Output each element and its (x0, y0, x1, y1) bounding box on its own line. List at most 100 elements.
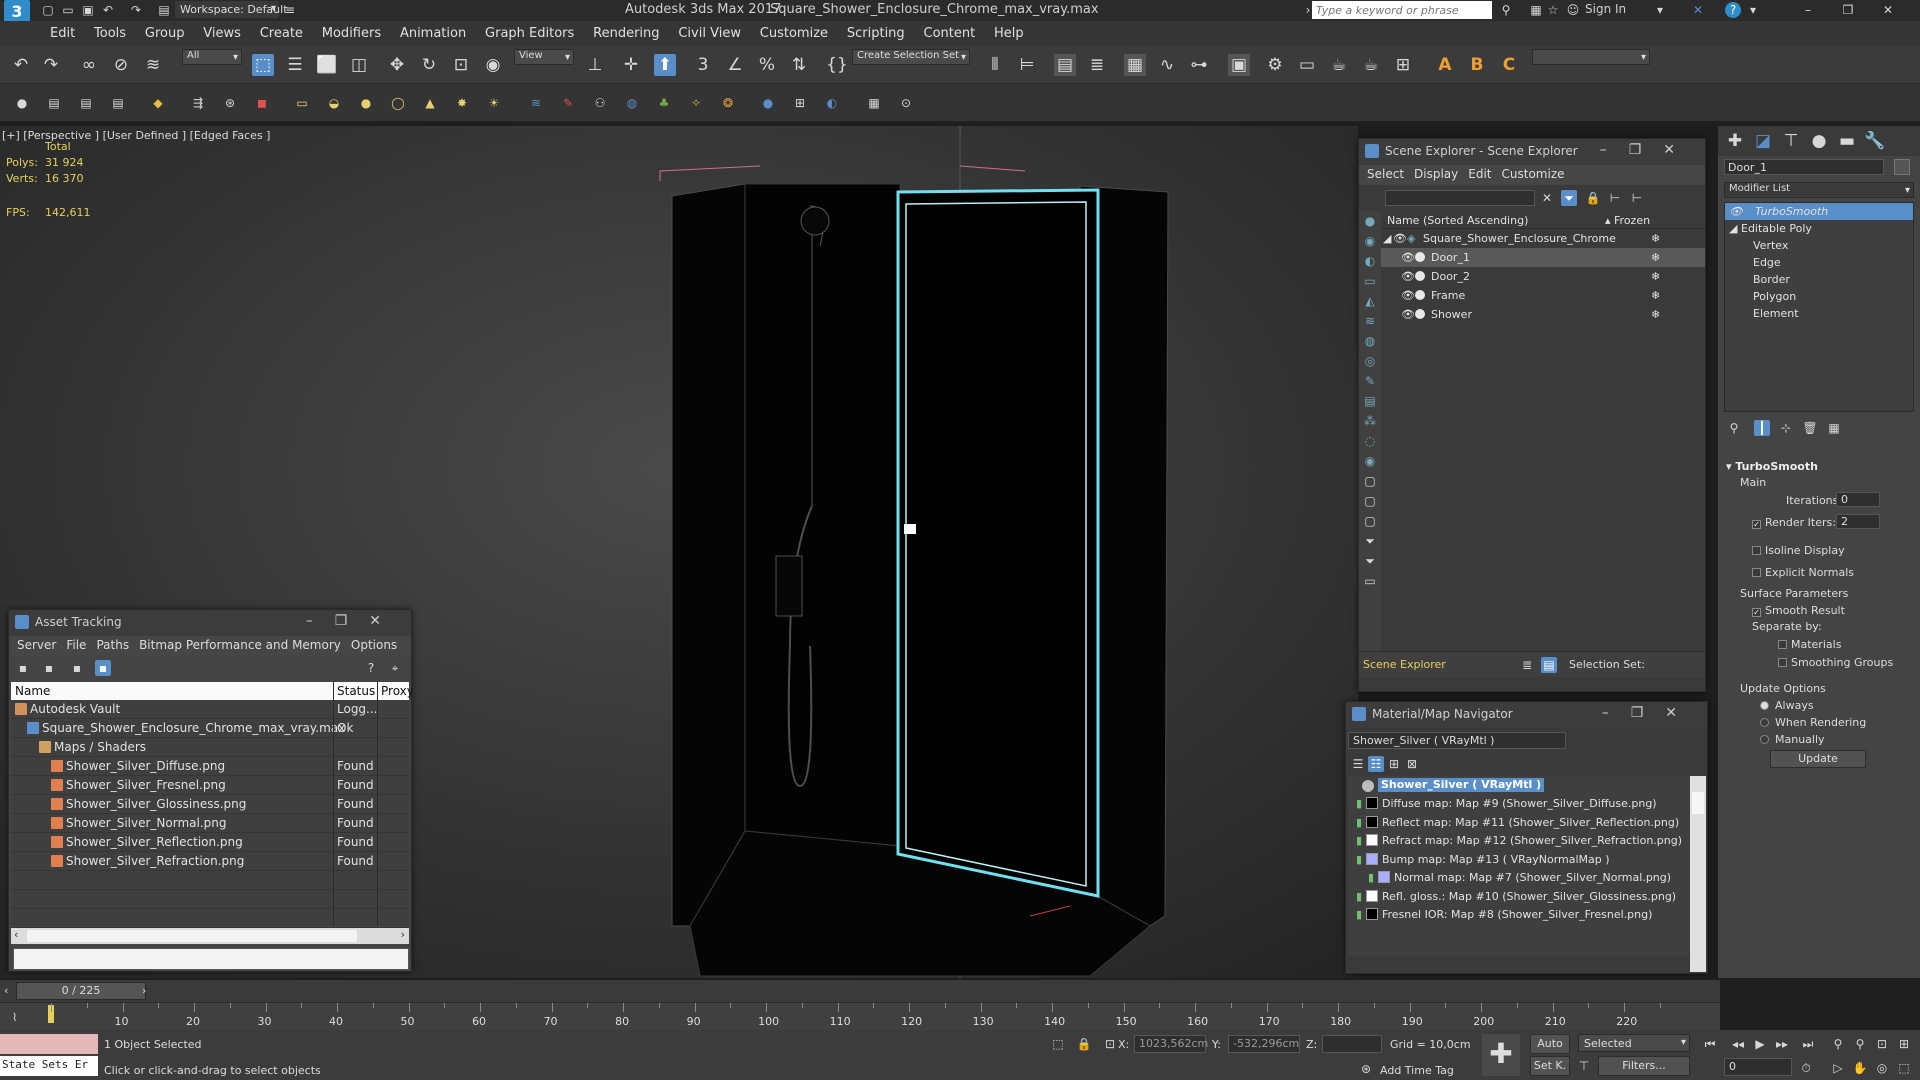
display-frozen-icon[interactable]: ◉ (1362, 453, 1378, 469)
scene-search-input[interactable] (1385, 190, 1535, 206)
ribbon-tool-3-icon[interactable]: ▤ (78, 95, 94, 111)
menu-server[interactable]: Server (17, 638, 56, 652)
percent-snap-icon[interactable]: % (756, 54, 778, 76)
scroll-right-icon[interactable]: › (401, 928, 405, 941)
help-dropdown-icon[interactable]: ▾ (1745, 2, 1761, 18)
vray-c-icon[interactable]: C (1498, 54, 1520, 76)
z-coordinate-field[interactable] (1322, 1035, 1382, 1053)
smooth-result-checkbox[interactable]: ✓ Smooth Result (1752, 604, 1845, 617)
menu-modifiers[interactable]: Modifiers (322, 21, 381, 46)
align-icon[interactable]: ⊨ (1016, 54, 1038, 76)
display-tab-icon[interactable]: ▬ (1836, 130, 1858, 152)
scene-explorer-window-buttons[interactable]: –❐✕ (1600, 142, 1697, 158)
move-icon[interactable]: ✥ (386, 54, 408, 76)
menu-scripting[interactable]: Scripting (847, 21, 905, 46)
asset-row[interactable]: Autodesk Vault Logg... (11, 700, 409, 719)
menu-bitmap-performance[interactable]: Bitmap Performance and Memory (139, 638, 341, 652)
window-crossing-icon[interactable]: ◫ (348, 54, 370, 76)
select-object-icon[interactable]: ⬚ (252, 54, 274, 76)
pin-stack-icon[interactable]: ⚲ (1726, 420, 1742, 436)
detail-view-icon[interactable]: ▪ (69, 660, 85, 676)
redo-icon[interactable]: ↷ (40, 54, 62, 76)
menu-create[interactable]: Create (260, 21, 303, 46)
user-icon[interactable]: ☺ (1565, 2, 1581, 18)
time-slider-next-icon[interactable]: › (142, 984, 146, 997)
render-iters-checkbox[interactable]: ✓ Render Iters: (1752, 516, 1836, 529)
asset-row[interactable]: Maps / Shaders (11, 738, 409, 757)
open-file-icon[interactable]: ▭ (60, 2, 76, 18)
menu-civil-view[interactable]: Civil View (678, 21, 741, 46)
column-frozen[interactable]: ▴ Frozen (1605, 213, 1650, 229)
sub-object-level[interactable]: Vertex (1725, 237, 1913, 254)
toggle-ribbon-icon[interactable]: ▦ (1124, 54, 1146, 76)
minimize-window-icon[interactable]: – (1800, 2, 1816, 18)
create-sphere-icon[interactable]: ◒ (326, 95, 342, 111)
view-small-icons-icon[interactable]: ⊞ (1386, 756, 1402, 772)
zoom-extents-all-icon[interactable]: ⊞ (1896, 1036, 1912, 1052)
clear-search-icon[interactable]: ✕ (1539, 190, 1555, 206)
isolate-selection-icon[interactable]: ⬚ (1050, 1036, 1066, 1052)
menu-select[interactable]: Select (1367, 167, 1404, 181)
selection-set-icon[interactable]: ▤ (1541, 657, 1557, 673)
close-window-icon[interactable]: ✕ (1880, 2, 1896, 18)
orbit-icon[interactable]: ◎ (1874, 1060, 1890, 1076)
ribbon-tool-8-icon[interactable]: ◼ (254, 95, 270, 111)
asset-horizontal-scrollbar[interactable]: ‹ › (11, 928, 409, 944)
x-coordinate-field[interactable]: 1023,562cm (1134, 1035, 1208, 1053)
sub-object-level[interactable]: Border (1725, 271, 1913, 288)
new-file-icon[interactable]: ▢ (40, 2, 56, 18)
menu-display[interactable]: Display (1414, 167, 1458, 181)
display-groups-icon[interactable]: ✎ (1362, 373, 1378, 389)
eye-icon[interactable]: 👁 (1401, 267, 1415, 286)
toggle-layer-explorer-icon[interactable]: ≣ (1086, 54, 1108, 76)
freeze-icon[interactable]: ❄ (1651, 305, 1660, 324)
place-icon[interactable]: ◉ (482, 54, 504, 76)
selection-lock-icon[interactable]: 🔒 (1076, 1036, 1092, 1052)
display-particles-icon[interactable]: ◌ (1362, 433, 1378, 449)
bind-to-space-warp-icon[interactable]: ≋ (142, 54, 164, 76)
material-navigator-header[interactable]: Material/Map Navigator –❐✕ (1346, 702, 1707, 728)
selection-filter-dropdown[interactable]: All (182, 49, 242, 65)
ribbon-tool-4-icon[interactable]: ▤ (110, 95, 126, 111)
project-icon[interactable]: ▤ (156, 2, 172, 18)
next-frame-icon[interactable]: ▸▸ (1774, 1036, 1790, 1052)
asset-row[interactable]: Shower_Silver_Diffuse.png Found (11, 757, 409, 776)
hair-icon[interactable]: ❂ (720, 95, 736, 111)
vray-tool-icon[interactable]: ▦ (866, 95, 882, 111)
keyboard-shortcut-override-icon[interactable]: ⬆ (654, 54, 676, 76)
scene-object-row[interactable]: 👁 Frame ❄ (1381, 286, 1705, 305)
undo-icon[interactable]: ↶ (100, 2, 116, 18)
column-status[interactable]: Status (337, 682, 375, 700)
binoculars-icon[interactable]: ⚲ (1498, 2, 1514, 18)
select-manipulate-icon[interactable]: ✛ (620, 54, 642, 76)
maximize-viewport-icon[interactable]: ⬚ (1896, 1060, 1912, 1076)
pivot-center-icon[interactable]: ⊥ (584, 54, 606, 76)
material-editor-icon[interactable]: ▣ (1228, 54, 1250, 76)
sign-in-dropdown-icon[interactable]: ▾ (1652, 2, 1668, 18)
ribbon-tool-1-icon[interactable]: ● (14, 95, 30, 111)
hierarchy-icon[interactable]: ⊢ (1607, 190, 1623, 206)
display-helpers-icon[interactable]: ◍ (1362, 333, 1378, 349)
workspace-options-icon[interactable]: ≡ (282, 2, 298, 18)
list-view-icon[interactable]: ▪ (41, 660, 57, 676)
menu-views[interactable]: Views (203, 21, 241, 46)
menu-edit[interactable]: Edit (1468, 167, 1491, 181)
asset-tracking-window-buttons[interactable]: –❐✕ (306, 613, 403, 629)
scene-object-row[interactable]: 👁 Door_2 ❄ (1381, 267, 1705, 286)
material-map-row[interactable]: ▮ Refract map: Map #12 (Shower_Silver_Ref… (1348, 831, 1690, 850)
toggle-scene-explorer-icon[interactable]: ▤ (1054, 54, 1076, 76)
select-and-link-icon[interactable]: ∞ (78, 54, 100, 76)
display-children-icon[interactable]: ▢ (1362, 493, 1378, 509)
menu-paths[interactable]: Paths (96, 638, 129, 652)
view-large-icons-icon[interactable]: ⊠ (1404, 756, 1420, 772)
configure-modifier-sets-icon[interactable]: ▦ (1826, 420, 1842, 436)
material-map-row[interactable]: ▮ Fresnel IOR: Map #8 (Shower_Silver_Fres… (1348, 905, 1690, 924)
material-map-row[interactable]: ▮ Diffuse map: Map #9 (Shower_Silver_Diff… (1348, 794, 1690, 813)
zoom-all-icon[interactable]: ⚲ (1852, 1036, 1868, 1052)
expand-arrow-icon[interactable]: ◢ (1729, 220, 1737, 237)
update-button[interactable]: Update (1770, 750, 1866, 768)
help-icon[interactable]: ? (363, 660, 379, 676)
menu-customize[interactable]: Customize (760, 21, 828, 46)
table-view-icon[interactable]: ▪ (95, 660, 111, 676)
object-name-field[interactable] (1724, 159, 1884, 175)
